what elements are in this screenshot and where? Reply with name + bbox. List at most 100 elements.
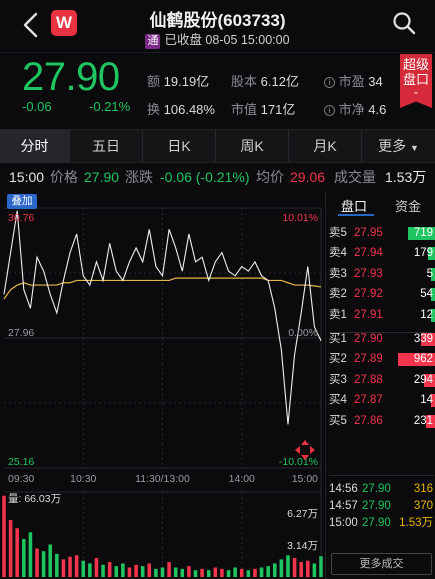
tab-more-label: 更多 (378, 138, 407, 154)
tab-order-book[interactable]: 盘口 (341, 196, 367, 215)
trade-volume: 370 (413, 500, 433, 512)
volume-bar (233, 567, 237, 577)
info-icon[interactable]: i (324, 105, 335, 116)
volume-bar (239, 568, 244, 577)
volume-bar (55, 553, 59, 577)
period-tabs: 分时 五日 日K 周K 月K 更多 ▼ (0, 129, 435, 163)
volume-bar (226, 570, 231, 577)
order-volume: 14 (420, 394, 433, 407)
tab-five-day[interactable]: 五日 (70, 130, 143, 163)
crosshair-button[interactable] (294, 439, 316, 461)
y-axis-high-label: 30.76 (8, 212, 34, 224)
trade-price: 27.90 (362, 483, 391, 495)
price-change: -0.06 (22, 99, 52, 114)
volume-bar (8, 520, 13, 577)
volume-bar (41, 551, 46, 577)
volume-bar (220, 568, 224, 577)
order-book-divider (329, 332, 433, 333)
overlay-button[interactable]: 叠加 (7, 194, 37, 209)
tab-weekly-k[interactable]: 周K (216, 130, 289, 163)
order-volume: 179 (413, 247, 433, 260)
volume-bar (28, 532, 33, 577)
volume-bar (299, 562, 303, 577)
order-level-label: 卖1 (329, 308, 347, 321)
active-tab-indicator (338, 214, 374, 216)
pb-label: 市净 (338, 102, 365, 117)
move-arrows-icon (295, 440, 315, 460)
tick-price: 27.90 (84, 169, 120, 185)
volume-total-label: 量: 66.03万 (8, 493, 61, 505)
search-button[interactable] (392, 11, 416, 35)
current-price: 27.90 (22, 55, 120, 99)
super-orderbook-button[interactable]: 超级 盘口 ⌄ (400, 54, 432, 108)
trade-time: 14:57 (329, 500, 358, 512)
order-level-label: 买2 (329, 353, 347, 366)
tick-change: -0.06 (-0.21%) (160, 169, 250, 185)
volume-bar (74, 555, 79, 577)
trade-volume: 1.53万 (399, 517, 433, 529)
volume-bar (48, 544, 53, 577)
tick-info-row: 15:00 价格 27.90 涨跌 -0.06 (-0.21%) 均价 29.0… (0, 164, 435, 190)
trade-row: 15:00 27.90 1.53万 (329, 515, 435, 532)
market-status: 通已收盘 08-05 15:00:00 (0, 29, 435, 49)
mcap-stat: 市值 171亿 (231, 99, 295, 118)
order-price: 27.86 (354, 414, 383, 427)
price-change-pct: -0.21% (89, 99, 131, 114)
volume-bar (167, 562, 171, 577)
order-book-row: 买3 27.88 294 (329, 370, 435, 391)
trade-row: 14:56 27.90 316 (329, 481, 435, 498)
info-icon[interactable]: i (324, 77, 335, 88)
pb-stat: i 市净 4.6 (324, 99, 386, 118)
tick-volume: 1.53万 (385, 169, 427, 185)
tab-daily-k[interactable]: 日K (143, 130, 216, 163)
volume-bar (266, 566, 270, 577)
order-level-label: 卖4 (329, 247, 347, 260)
turn-rate-stat: 换 106.48% (147, 99, 215, 118)
super-tag-line1: 超级 (402, 57, 429, 72)
order-volume: 12 (420, 308, 433, 321)
super-tag-line2: 盘口 (402, 72, 429, 87)
pe-value: 34 (368, 74, 383, 89)
volume-bar (272, 563, 277, 577)
order-book-row: 卖2 27.92 54 (329, 284, 435, 305)
tab-more[interactable]: 更多 ▼ (362, 130, 435, 163)
volume-bar (134, 564, 138, 577)
order-book-row: 卖4 27.94 179 (329, 243, 435, 264)
volume-bar (213, 567, 218, 577)
close-status-text: 已收盘 08-05 15:00:00 (164, 33, 290, 47)
intraday-chart[interactable]: 30.7627.9625.1610.01%0.00%-10.01%09:30 10… (0, 192, 325, 579)
volume-bar (246, 570, 251, 577)
volume-bar (180, 568, 185, 577)
turnover-value: 19.19亿 (163, 74, 210, 89)
chart-labels: 30.7627.9625.1610.01%0.00%-10.01%09:30 10… (8, 212, 318, 552)
volume-bar (101, 564, 105, 577)
order-volume: 719 (413, 227, 433, 239)
order-book-row: 买4 27.87 14 (329, 390, 435, 411)
trade-row: 14:57 27.90 370 (329, 498, 435, 515)
chart-grid (4, 207, 322, 577)
order-volume: 231 (413, 414, 433, 427)
volume-bar (107, 562, 112, 577)
volume-bar (68, 556, 72, 577)
tab-capital-flow[interactable]: 资金 (395, 196, 421, 215)
more-trades-button[interactable]: 更多成交 (331, 553, 432, 575)
x-axis-label: 09:30 (8, 473, 34, 485)
volume-bar (81, 560, 86, 577)
equity-value: 6.12亿 (260, 74, 299, 89)
caret-down-icon: ▼ (409, 143, 419, 153)
tab-intraday[interactable]: 分时 (0, 130, 70, 163)
x-axis-label: 15:00 (292, 473, 318, 485)
volume-bar (160, 567, 165, 577)
order-volume: 54 (420, 288, 433, 301)
y-axis-mid-label: 27.96 (8, 327, 34, 339)
pb-value: 4.6 (368, 102, 387, 117)
header-bar: W 仙鹤股份(603733) 通已收盘 08-05 15:00:00 (0, 0, 435, 52)
volume-bar (121, 563, 125, 577)
volume-bar (15, 528, 19, 577)
volume-bar (319, 556, 323, 577)
price-line (3, 210, 322, 425)
tab-monthly-k[interactable]: 月K (289, 130, 362, 163)
volume-bar (286, 555, 290, 577)
equity-label: 股本 (231, 74, 258, 89)
tick-avg: 29.06 (290, 169, 326, 185)
